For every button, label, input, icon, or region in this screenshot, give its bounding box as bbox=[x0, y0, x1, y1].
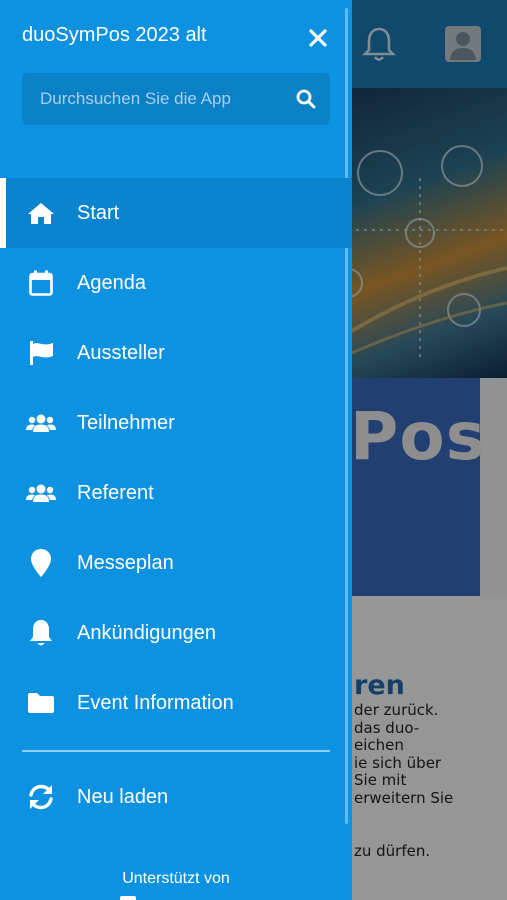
map-pin-icon bbox=[26, 548, 56, 578]
close-drawer-button[interactable] bbox=[306, 26, 330, 50]
menu-label-teilnehmer: Teilnehmer bbox=[77, 411, 175, 434]
powered-by-logo bbox=[120, 896, 136, 900]
refresh-icon bbox=[26, 782, 56, 812]
menu-item-teilnehmer[interactable]: Teilnehmer bbox=[0, 388, 352, 458]
search-input[interactable] bbox=[22, 73, 292, 125]
menu-item-start[interactable]: Start bbox=[0, 178, 352, 248]
bell-icon bbox=[26, 618, 56, 648]
menu-item-event-information[interactable]: Event Information bbox=[0, 668, 352, 738]
menu-item-messeplan[interactable]: Messeplan bbox=[0, 528, 352, 598]
menu-divider bbox=[22, 750, 330, 752]
navigation-drawer: duoSymPos 2023 alt Start bbox=[0, 0, 352, 900]
powered-by-label: Unterstützt von bbox=[122, 870, 230, 887]
search-box[interactable] bbox=[22, 73, 330, 125]
menu-label-start: Start bbox=[77, 201, 120, 224]
menu-item-ankuendigungen[interactable]: Ankündigungen bbox=[0, 598, 352, 668]
users-icon bbox=[26, 408, 56, 438]
folder-icon bbox=[26, 688, 56, 718]
menu-item-agenda[interactable]: Agenda bbox=[0, 248, 352, 318]
flag-icon bbox=[26, 338, 56, 368]
menu-label-ankuendigungen: Ankündigungen bbox=[77, 621, 217, 644]
calendar-icon bbox=[26, 268, 56, 298]
close-icon bbox=[309, 29, 327, 47]
reload-button[interactable]: Neu laden bbox=[0, 762, 352, 832]
reload-label: Neu laden bbox=[77, 785, 169, 808]
menu-item-referent[interactable]: Referent bbox=[0, 458, 352, 528]
users-icon bbox=[26, 478, 56, 508]
menu-label-aussteller: Aussteller bbox=[77, 341, 165, 364]
menu-label-agenda: Agenda bbox=[77, 271, 146, 294]
app-title: duoSymPos 2023 alt bbox=[22, 24, 207, 46]
search-icon[interactable] bbox=[296, 89, 316, 109]
menu-item-aussteller[interactable]: Aussteller bbox=[0, 318, 352, 388]
menu-label-event-information: Event Information bbox=[77, 691, 234, 714]
menu-label-messeplan: Messeplan bbox=[77, 551, 174, 574]
home-icon bbox=[26, 198, 56, 228]
menu-label-referent: Referent bbox=[77, 481, 154, 504]
